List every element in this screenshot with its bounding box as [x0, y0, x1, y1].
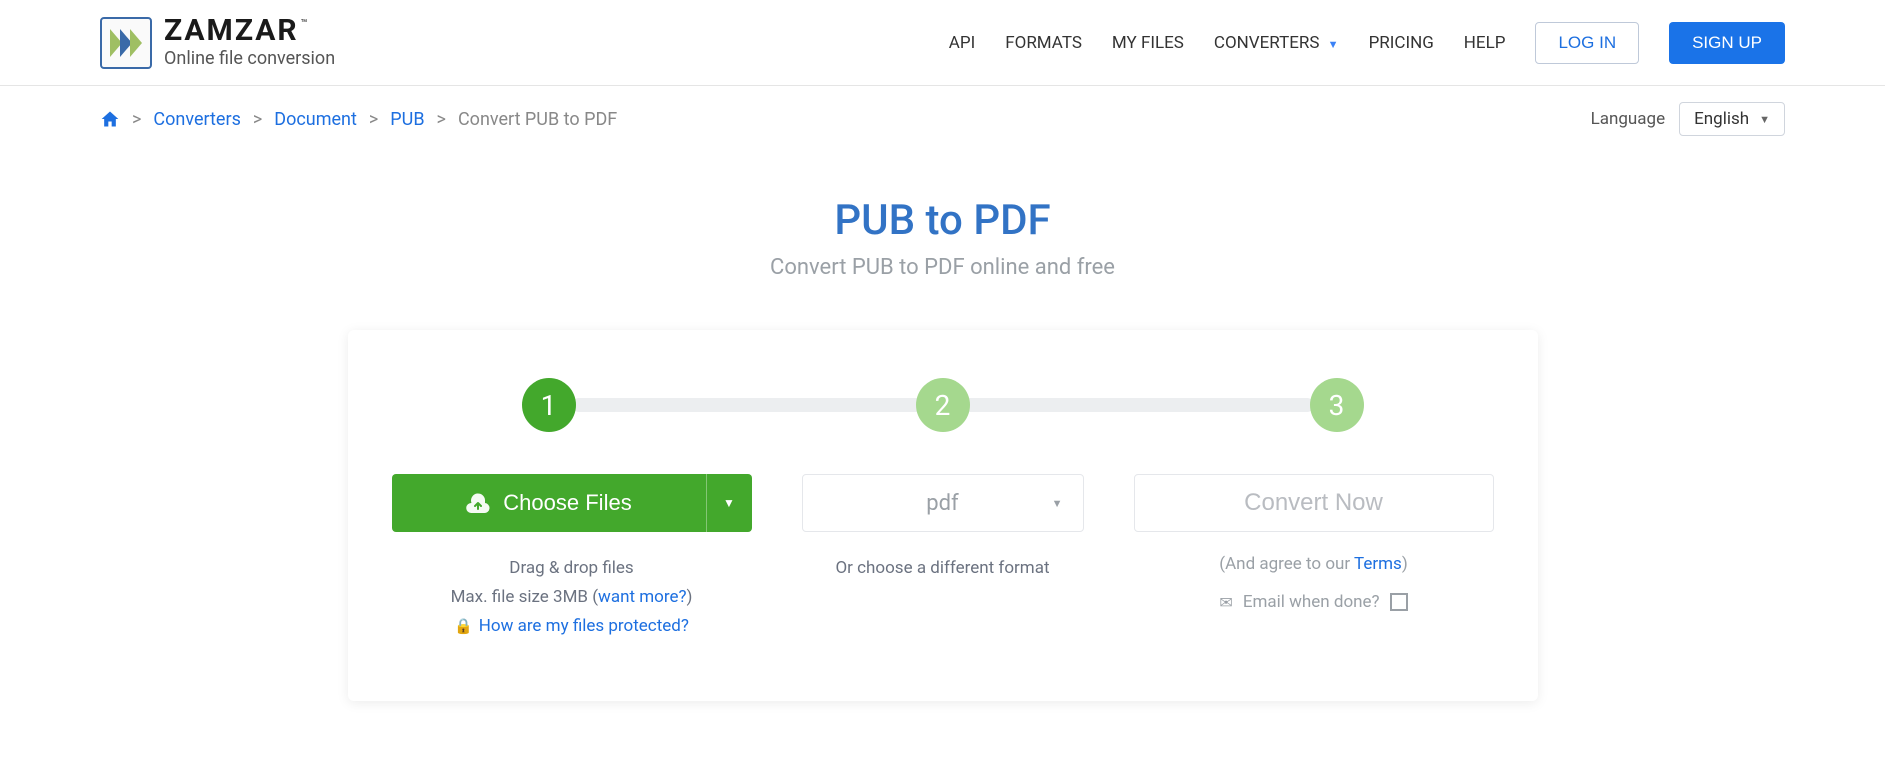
want-more-link[interactable]: want more? [598, 587, 686, 607]
choose-hints: Drag & drop files Max. file size 3MB (wa… [451, 554, 693, 641]
brand-trademark: ™ [301, 18, 310, 29]
site-header: ZAMZAR ™ Online file conversion API FORM… [0, 0, 1885, 86]
chevron-down-icon: ▼ [1759, 113, 1770, 126]
format-select[interactable]: pdf ▼ [802, 474, 1084, 532]
envelope-icon: ✉ [1219, 593, 1232, 612]
breadcrumb-sep: > [132, 109, 141, 130]
login-button[interactable]: LOG IN [1535, 22, 1639, 64]
language-selected: English [1694, 109, 1749, 129]
files-protected-link[interactable]: How are my files protected? [479, 616, 689, 636]
upload-icon [465, 492, 491, 514]
nav-api[interactable]: API [949, 33, 975, 53]
breadcrumb-sep: > [369, 109, 378, 130]
hint-max-suffix: ) [687, 587, 693, 607]
breadcrumb-current: Convert PUB to PDF [458, 109, 617, 130]
lock-icon: 🔒 [454, 617, 473, 635]
nav-formats[interactable]: FORMATS [1005, 33, 1082, 53]
nav-converters[interactable]: CONVERTERS ▼ [1214, 33, 1339, 53]
breadcrumb: > Converters > Document > PUB > Convert … [100, 109, 617, 130]
subheader: > Converters > Document > PUB > Convert … [0, 86, 1885, 136]
hint-max-prefix: Max. file size 3MB ( [451, 587, 598, 607]
breadcrumb-sep: > [437, 109, 446, 130]
signup-button[interactable]: SIGN UP [1669, 22, 1785, 64]
logo-text: ZAMZAR ™ Online file conversion [164, 16, 335, 69]
format-selected: pdf [926, 491, 958, 516]
agree-terms: (And agree to our Terms) [1219, 554, 1407, 574]
step-3: 3 [1310, 378, 1364, 432]
format-column: pdf ▼ Or choose a different format [802, 474, 1084, 641]
choose-column: Choose Files ▼ Drag & drop files Max. fi… [392, 474, 752, 641]
choose-files-label: Choose Files [503, 490, 631, 516]
home-icon[interactable] [100, 109, 120, 129]
language-select[interactable]: English ▼ [1679, 102, 1785, 136]
email-when-done-row: ✉ Email when done? [1219, 592, 1407, 612]
nav-help[interactable]: HELP [1464, 33, 1506, 53]
agree-prefix: (And agree to our [1219, 554, 1354, 574]
nav-pricing[interactable]: PRICING [1369, 33, 1434, 53]
stepper: 1 2 3 [392, 378, 1494, 432]
language-label: Language [1591, 109, 1666, 129]
nav-converters-label: CONVERTERS [1214, 33, 1320, 53]
breadcrumb-converters[interactable]: Converters [153, 109, 240, 130]
brand-tagline: Online file conversion [164, 48, 335, 69]
step-1: 1 [522, 378, 576, 432]
hint-max-size: Max. file size 3MB (want more?) [451, 583, 693, 612]
logo[interactable]: ZAMZAR ™ Online file conversion [100, 16, 335, 69]
convert-now-button[interactable]: Convert Now [1134, 474, 1494, 532]
chevron-down-icon: ▼ [723, 496, 735, 510]
choose-files-button[interactable]: Choose Files [392, 474, 706, 532]
logo-icon [100, 17, 152, 69]
choose-files-dropdown[interactable]: ▼ [706, 474, 752, 532]
page-title: PUB to PDF [0, 196, 1885, 245]
primary-nav: API FORMATS MY FILES CONVERTERS ▼ PRICIN… [949, 22, 1785, 64]
hero: PUB to PDF Convert PUB to PDF online and… [0, 196, 1885, 280]
hint-drag-drop: Drag & drop files [451, 554, 693, 583]
nav-my-files[interactable]: MY FILES [1112, 33, 1184, 53]
terms-link[interactable]: Terms [1354, 554, 1402, 574]
brand-name: ZAMZAR [164, 16, 299, 46]
convert-column: Convert Now (And agree to our Terms) ✉ E… [1134, 474, 1494, 641]
chevron-down-icon: ▼ [1052, 497, 1063, 510]
agree-suffix: ) [1402, 554, 1408, 574]
language-selector-wrap: Language English ▼ [1591, 102, 1785, 136]
choose-files-split-button: Choose Files ▼ [392, 474, 752, 532]
email-when-done-label: Email when done? [1243, 592, 1380, 612]
breadcrumb-document[interactable]: Document [274, 109, 357, 130]
actions-row: Choose Files ▼ Drag & drop files Max. fi… [392, 474, 1494, 641]
converter-card: 1 2 3 Choose Files ▼ [348, 330, 1538, 701]
breadcrumb-sep: > [253, 109, 262, 130]
step-2: 2 [916, 378, 970, 432]
format-hint: Or choose a different format [835, 554, 1049, 583]
breadcrumb-pub[interactable]: PUB [390, 109, 424, 130]
email-when-done-checkbox[interactable] [1390, 593, 1408, 611]
chevron-down-icon: ▼ [1328, 38, 1339, 51]
page-subtitle: Convert PUB to PDF online and free [0, 255, 1885, 280]
hint-protection: 🔒 How are my files protected? [451, 612, 693, 641]
